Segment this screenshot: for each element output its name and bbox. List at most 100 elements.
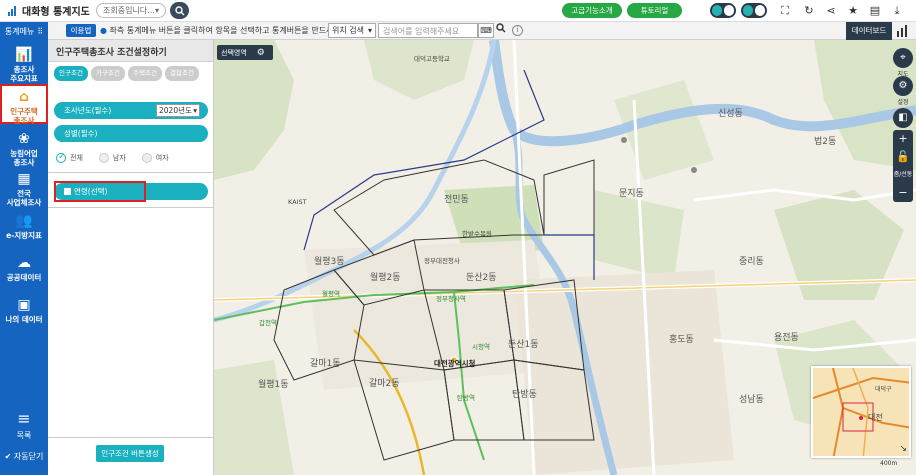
report-icon[interactable]: ▤ — [868, 4, 882, 18]
info-icon[interactable]: i — [512, 25, 523, 36]
nav-label: 전국 — [17, 189, 31, 198]
zoom-controls: + 🔓 줌/선동 − — [893, 130, 913, 202]
auto-close-label: 자동닫기 — [13, 452, 44, 461]
stat-menu-button[interactable]: 통계메뉴 ⠿ — [0, 22, 48, 40]
map-label-jungri: 중리동 — [739, 257, 764, 267]
bar-chart-icon: 📊 — [15, 47, 33, 63]
year-select[interactable]: 2020년도 ▾ — [156, 104, 200, 117]
nav-label: 농림어업 — [10, 149, 38, 158]
layers-button[interactable]: ◧ — [893, 108, 913, 128]
nav-item-my-data[interactable]: ▣ 나의 데이터 — [0, 294, 48, 334]
download-icon[interactable]: ⤓ — [890, 4, 904, 18]
map-label-wolpyeong2: 월평2동 — [370, 273, 401, 283]
divider — [48, 207, 214, 208]
left-nav: 📊 총조사 주요지표 ⌂ 인구주택 총조사 ❀ 농림어업 총조사 ▦ 전국 사업… — [0, 40, 48, 475]
area-select-button[interactable]: 선택영역 ⚙ — [217, 45, 273, 60]
map-label-yongjeon: 용전동 — [774, 333, 799, 343]
map-label-sinseong: 신성동 — [718, 109, 743, 119]
minimap[interactable]: 대전 대덕구 ↘ — [811, 366, 911, 458]
gender-radio-group: 전체 남자 여자 — [56, 152, 169, 163]
location-pin-icon: ⌖ — [900, 52, 906, 63]
location-select-value: 위치 검색 — [332, 26, 364, 35]
view-toggle-2[interactable] — [741, 3, 767, 18]
map-label-cityhall-station: 시청역 — [472, 343, 490, 351]
gender-option-all[interactable]: 전체 — [56, 152, 83, 163]
gender-option-female[interactable]: 여자 — [141, 153, 169, 163]
region-select[interactable]: 조회중입니다... ▾ — [96, 3, 166, 18]
howto-button[interactable]: 이용법 — [66, 24, 96, 37]
radio-checked-icon — [56, 152, 66, 163]
advanced-intro-button[interactable]: 고급기능소개 — [562, 3, 622, 18]
nav-item-business-survey[interactable]: ▦ 전국 사업체조사 — [0, 168, 48, 208]
app-title: 대화형 통계지도 — [22, 7, 90, 18]
panel-title: 인구주택총조사 조건설정하기 — [48, 40, 213, 62]
map-label-galma2: 갈마2동 — [369, 379, 400, 389]
location-select[interactable]: 위치 검색 ▾ — [328, 23, 376, 38]
map-label-dunsan2: 둔산2동 — [466, 273, 497, 283]
expand-arrow-icon[interactable]: ↘ — [899, 444, 907, 454]
bullet-icon: ● — [100, 26, 107, 35]
year-field: 조사년도(필수) 2020년도 ▾ — [54, 102, 208, 119]
share-icon[interactable]: ⋖ — [824, 4, 838, 18]
refresh-icon[interactable]: ↻ — [802, 4, 816, 18]
gear-icon: ⚙ — [898, 80, 908, 91]
hamburger-icon: ≡ — [17, 409, 31, 428]
nav-label: 총조사 — [13, 65, 35, 74]
map-label-wolpyeong3: 월평3동 — [314, 257, 345, 267]
radio-icon — [141, 153, 152, 163]
building-icon: ▦ — [17, 171, 31, 187]
map-label-school: 대덕고등학교 — [414, 55, 450, 63]
gender-option-male[interactable]: 남자 — [98, 153, 126, 163]
layers-icon: ◧ — [898, 112, 908, 123]
condition-tabs: 인구조건 가구조건 주택조건 결합조건 — [54, 66, 199, 81]
search-input[interactable]: 검색어를 입력해주세요 — [378, 23, 478, 38]
stat-menu-label: 통계메뉴 — [4, 26, 35, 36]
tab-population[interactable]: 인구조건 — [54, 66, 88, 81]
check-circle-icon: ✔ — [4, 452, 12, 461]
app-logo[interactable]: 대화형 통계지도 — [8, 3, 90, 18]
gender-option-label: 전체 — [70, 154, 83, 162]
dashboard-chart-icon[interactable] — [896, 25, 910, 37]
zoom-in-button[interactable]: + — [893, 130, 913, 148]
map-label-tanbang-station: 탄방역 — [457, 394, 475, 402]
search-icon[interactable] — [494, 23, 508, 38]
chevron-down-icon: ▾ — [193, 106, 197, 115]
nav-item-agriculture-census[interactable]: ❀ 농림어업 총조사 — [0, 128, 48, 168]
region-search-button[interactable] — [170, 2, 189, 19]
map-label-government-station: 정부청사역 — [436, 295, 466, 303]
radio-icon — [98, 153, 109, 163]
nav-item-population-census[interactable]: ⌂ 인구주택 총조사 — [0, 84, 48, 125]
nav-item-e-local-indicators[interactable]: 👥 e-지방지표 — [0, 210, 48, 250]
auto-close-toggle[interactable]: ✔ 자동닫기 — [0, 451, 48, 462]
bookmark-star-icon[interactable]: ★ — [846, 4, 860, 18]
nav-label: e-지방지표 — [6, 231, 42, 240]
list-button[interactable]: ≡ 목록 — [0, 409, 48, 441]
map-label-jeonmin: 전민동 — [444, 195, 469, 205]
nav-item-public-data[interactable]: ☁ 공공데이터 — [0, 252, 48, 292]
tab-household[interactable]: 가구조건 — [91, 66, 125, 81]
keyboard-icon[interactable]: ⌨ — [478, 23, 494, 38]
tab-combined[interactable]: 결합조건 — [165, 66, 199, 81]
area-select-label: 선택영역 — [221, 48, 247, 57]
dashboard-button[interactable]: 데이터보드 — [846, 22, 892, 40]
gender-field: 성별(필수) — [54, 125, 208, 142]
nav-item-census-indicators[interactable]: 📊 총조사 주요지표 — [0, 44, 48, 84]
house-icon: ⌂ — [18, 89, 30, 105]
map-settings-button[interactable]: ⚙ — [893, 76, 913, 96]
tutorial-button[interactable]: 튜토리얼 — [627, 3, 682, 18]
fullscreen-icon[interactable]: ⛶ — [778, 4, 792, 18]
nav-label-2: 주요지표 — [10, 74, 38, 83]
map-settings-label: 설정 — [897, 99, 909, 106]
farm-icon: ❀ — [18, 131, 30, 147]
map-type-button[interactable]: ⌖ — [893, 48, 913, 68]
generate-condition-button[interactable]: 인구조건 버튼생성 — [96, 445, 164, 462]
lock-icon[interactable]: 🔓 — [893, 148, 913, 166]
gender-option-label: 여자 — [155, 154, 169, 162]
map-label-city-hall: 대전광역시청 — [434, 359, 476, 368]
zoom-out-button[interactable]: − — [893, 184, 913, 202]
nav-label-2: 총조사 — [13, 116, 35, 125]
tab-housing[interactable]: 주택조건 — [128, 66, 162, 81]
view-toggle-1[interactable] — [710, 3, 736, 18]
map-label-wolpyeong-station: 월평역 — [322, 290, 340, 298]
dropdown-arrow-icon: ▾ — [154, 6, 159, 15]
